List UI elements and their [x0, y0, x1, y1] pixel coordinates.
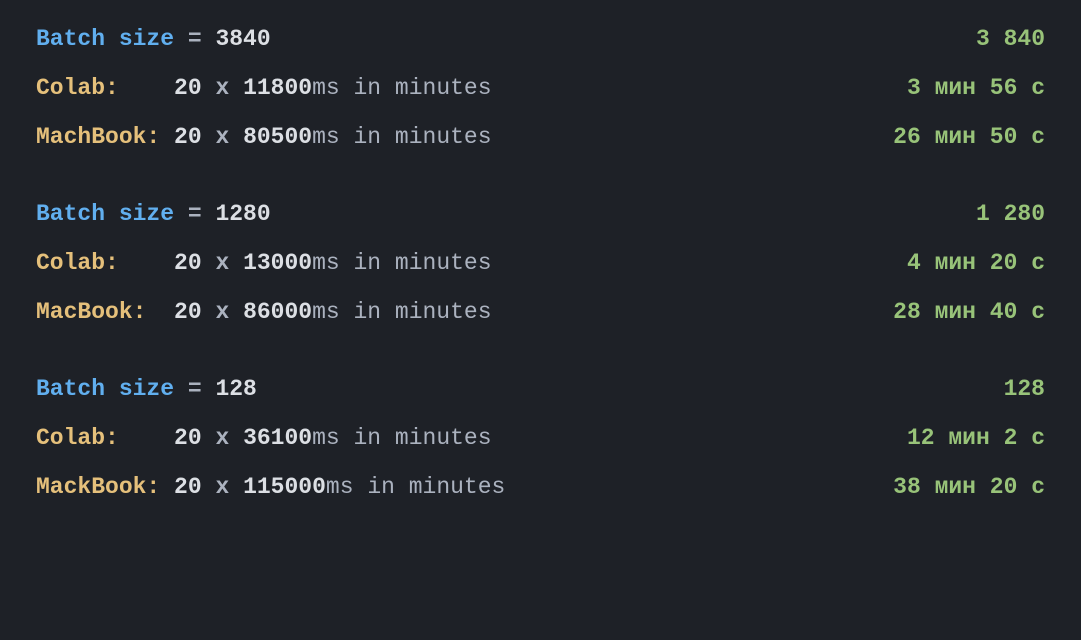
- timing-result: 4 мин 20 с: [907, 252, 1045, 275]
- ms-value: 36100: [243, 425, 312, 451]
- batch-value: 128: [215, 376, 256, 402]
- timing-result: 12 мин 2 с: [907, 427, 1045, 450]
- timing-row: Colab: 20 x 36100ms in minutes 12 мин 2 …: [36, 427, 1045, 450]
- tail-text: in minutes: [340, 75, 492, 101]
- batch-result: 3 840: [976, 28, 1045, 51]
- pad: [119, 250, 174, 276]
- ms-value: 11800: [243, 75, 312, 101]
- pad: [146, 299, 174, 325]
- batch-header-line: Batch size = 128 128: [36, 378, 1045, 401]
- timing-left: MacBook: 20 x 86000ms in minutes: [36, 301, 492, 324]
- count: 20: [174, 425, 202, 451]
- ms-value: 86000: [243, 299, 312, 325]
- times-op: x: [202, 474, 243, 500]
- system-label: Colab:: [36, 250, 119, 276]
- pad: [160, 474, 174, 500]
- timing-row: MachBook: 20 x 80500ms in minutes 26 мин…: [36, 126, 1045, 149]
- batch-header-line: Batch size = 3840 3 840: [36, 28, 1045, 51]
- tail-text: in minutes: [340, 425, 492, 451]
- times-op: x: [202, 299, 243, 325]
- times-op: x: [202, 75, 243, 101]
- system-label: MacBook:: [36, 299, 146, 325]
- batch-header-left: Batch size = 128: [36, 378, 257, 401]
- pad: [119, 75, 174, 101]
- ms-value: 80500: [243, 124, 312, 150]
- ms-unit: ms: [312, 425, 340, 451]
- count: 20: [174, 250, 202, 276]
- times-op: x: [202, 425, 243, 451]
- timing-row: MacBook: 20 x 86000ms in minutes 28 мин …: [36, 301, 1045, 324]
- pad: [160, 124, 174, 150]
- timing-left: MackBook: 20 x 115000ms in minutes: [36, 476, 505, 499]
- equals-sign: =: [174, 201, 215, 227]
- timing-left: Colab: 20 x 11800ms in minutes: [36, 77, 492, 100]
- tail-text: in minutes: [340, 124, 492, 150]
- tail-text: in minutes: [340, 250, 492, 276]
- batch-header-left: Batch size = 3840: [36, 28, 271, 51]
- ms-unit: ms: [312, 124, 340, 150]
- batch-result: 128: [1004, 378, 1045, 401]
- batch-header-left: Batch size = 1280: [36, 203, 271, 226]
- timing-row: Colab: 20 x 11800ms in minutes 3 мин 56 …: [36, 77, 1045, 100]
- batch-keyword: Batch size: [36, 376, 174, 402]
- timing-result: 26 мин 50 с: [893, 126, 1045, 149]
- timing-left: Colab: 20 x 36100ms in minutes: [36, 427, 492, 450]
- system-label: Colab:: [36, 75, 119, 101]
- count: 20: [174, 75, 202, 101]
- batch-value: 3840: [215, 26, 270, 52]
- batch-keyword: Batch size: [36, 26, 174, 52]
- timing-row: Colab: 20 x 13000ms in minutes 4 мин 20 …: [36, 252, 1045, 275]
- batch-group: Batch size = 128 128 Colab: 20 x 36100ms…: [36, 378, 1045, 499]
- timing-row: MackBook: 20 x 115000ms in minutes 38 ми…: [36, 476, 1045, 499]
- ms-unit: ms: [312, 75, 340, 101]
- ms-value: 13000: [243, 250, 312, 276]
- batch-header-line: Batch size = 1280 1 280: [36, 203, 1045, 226]
- timing-left: MachBook: 20 x 80500ms in minutes: [36, 126, 492, 149]
- batch-result: 1 280: [976, 203, 1045, 226]
- count: 20: [174, 474, 202, 500]
- times-op: x: [202, 250, 243, 276]
- ms-value: 115000: [243, 474, 326, 500]
- tail-text: in minutes: [340, 299, 492, 325]
- pad: [119, 425, 174, 451]
- system-label: MachBook:: [36, 124, 160, 150]
- tail-text: in minutes: [354, 474, 506, 500]
- times-op: x: [202, 124, 243, 150]
- timing-result: 28 мин 40 с: [893, 301, 1045, 324]
- count: 20: [174, 299, 202, 325]
- count: 20: [174, 124, 202, 150]
- ms-unit: ms: [312, 299, 340, 325]
- equals-sign: =: [174, 26, 215, 52]
- timing-left: Colab: 20 x 13000ms in minutes: [36, 252, 492, 275]
- system-label: Colab:: [36, 425, 119, 451]
- batch-group: Batch size = 1280 1 280 Colab: 20 x 1300…: [36, 203, 1045, 324]
- timing-result: 38 мин 20 с: [893, 476, 1045, 499]
- system-label: MackBook:: [36, 474, 160, 500]
- batch-value: 1280: [215, 201, 270, 227]
- equals-sign: =: [174, 376, 215, 402]
- ms-unit: ms: [326, 474, 354, 500]
- batch-group: Batch size = 3840 3 840 Colab: 20 x 1180…: [36, 28, 1045, 149]
- timing-result: 3 мин 56 с: [907, 77, 1045, 100]
- ms-unit: ms: [312, 250, 340, 276]
- batch-keyword: Batch size: [36, 201, 174, 227]
- code-block: Batch size = 3840 3 840 Colab: 20 x 1180…: [0, 0, 1081, 640]
